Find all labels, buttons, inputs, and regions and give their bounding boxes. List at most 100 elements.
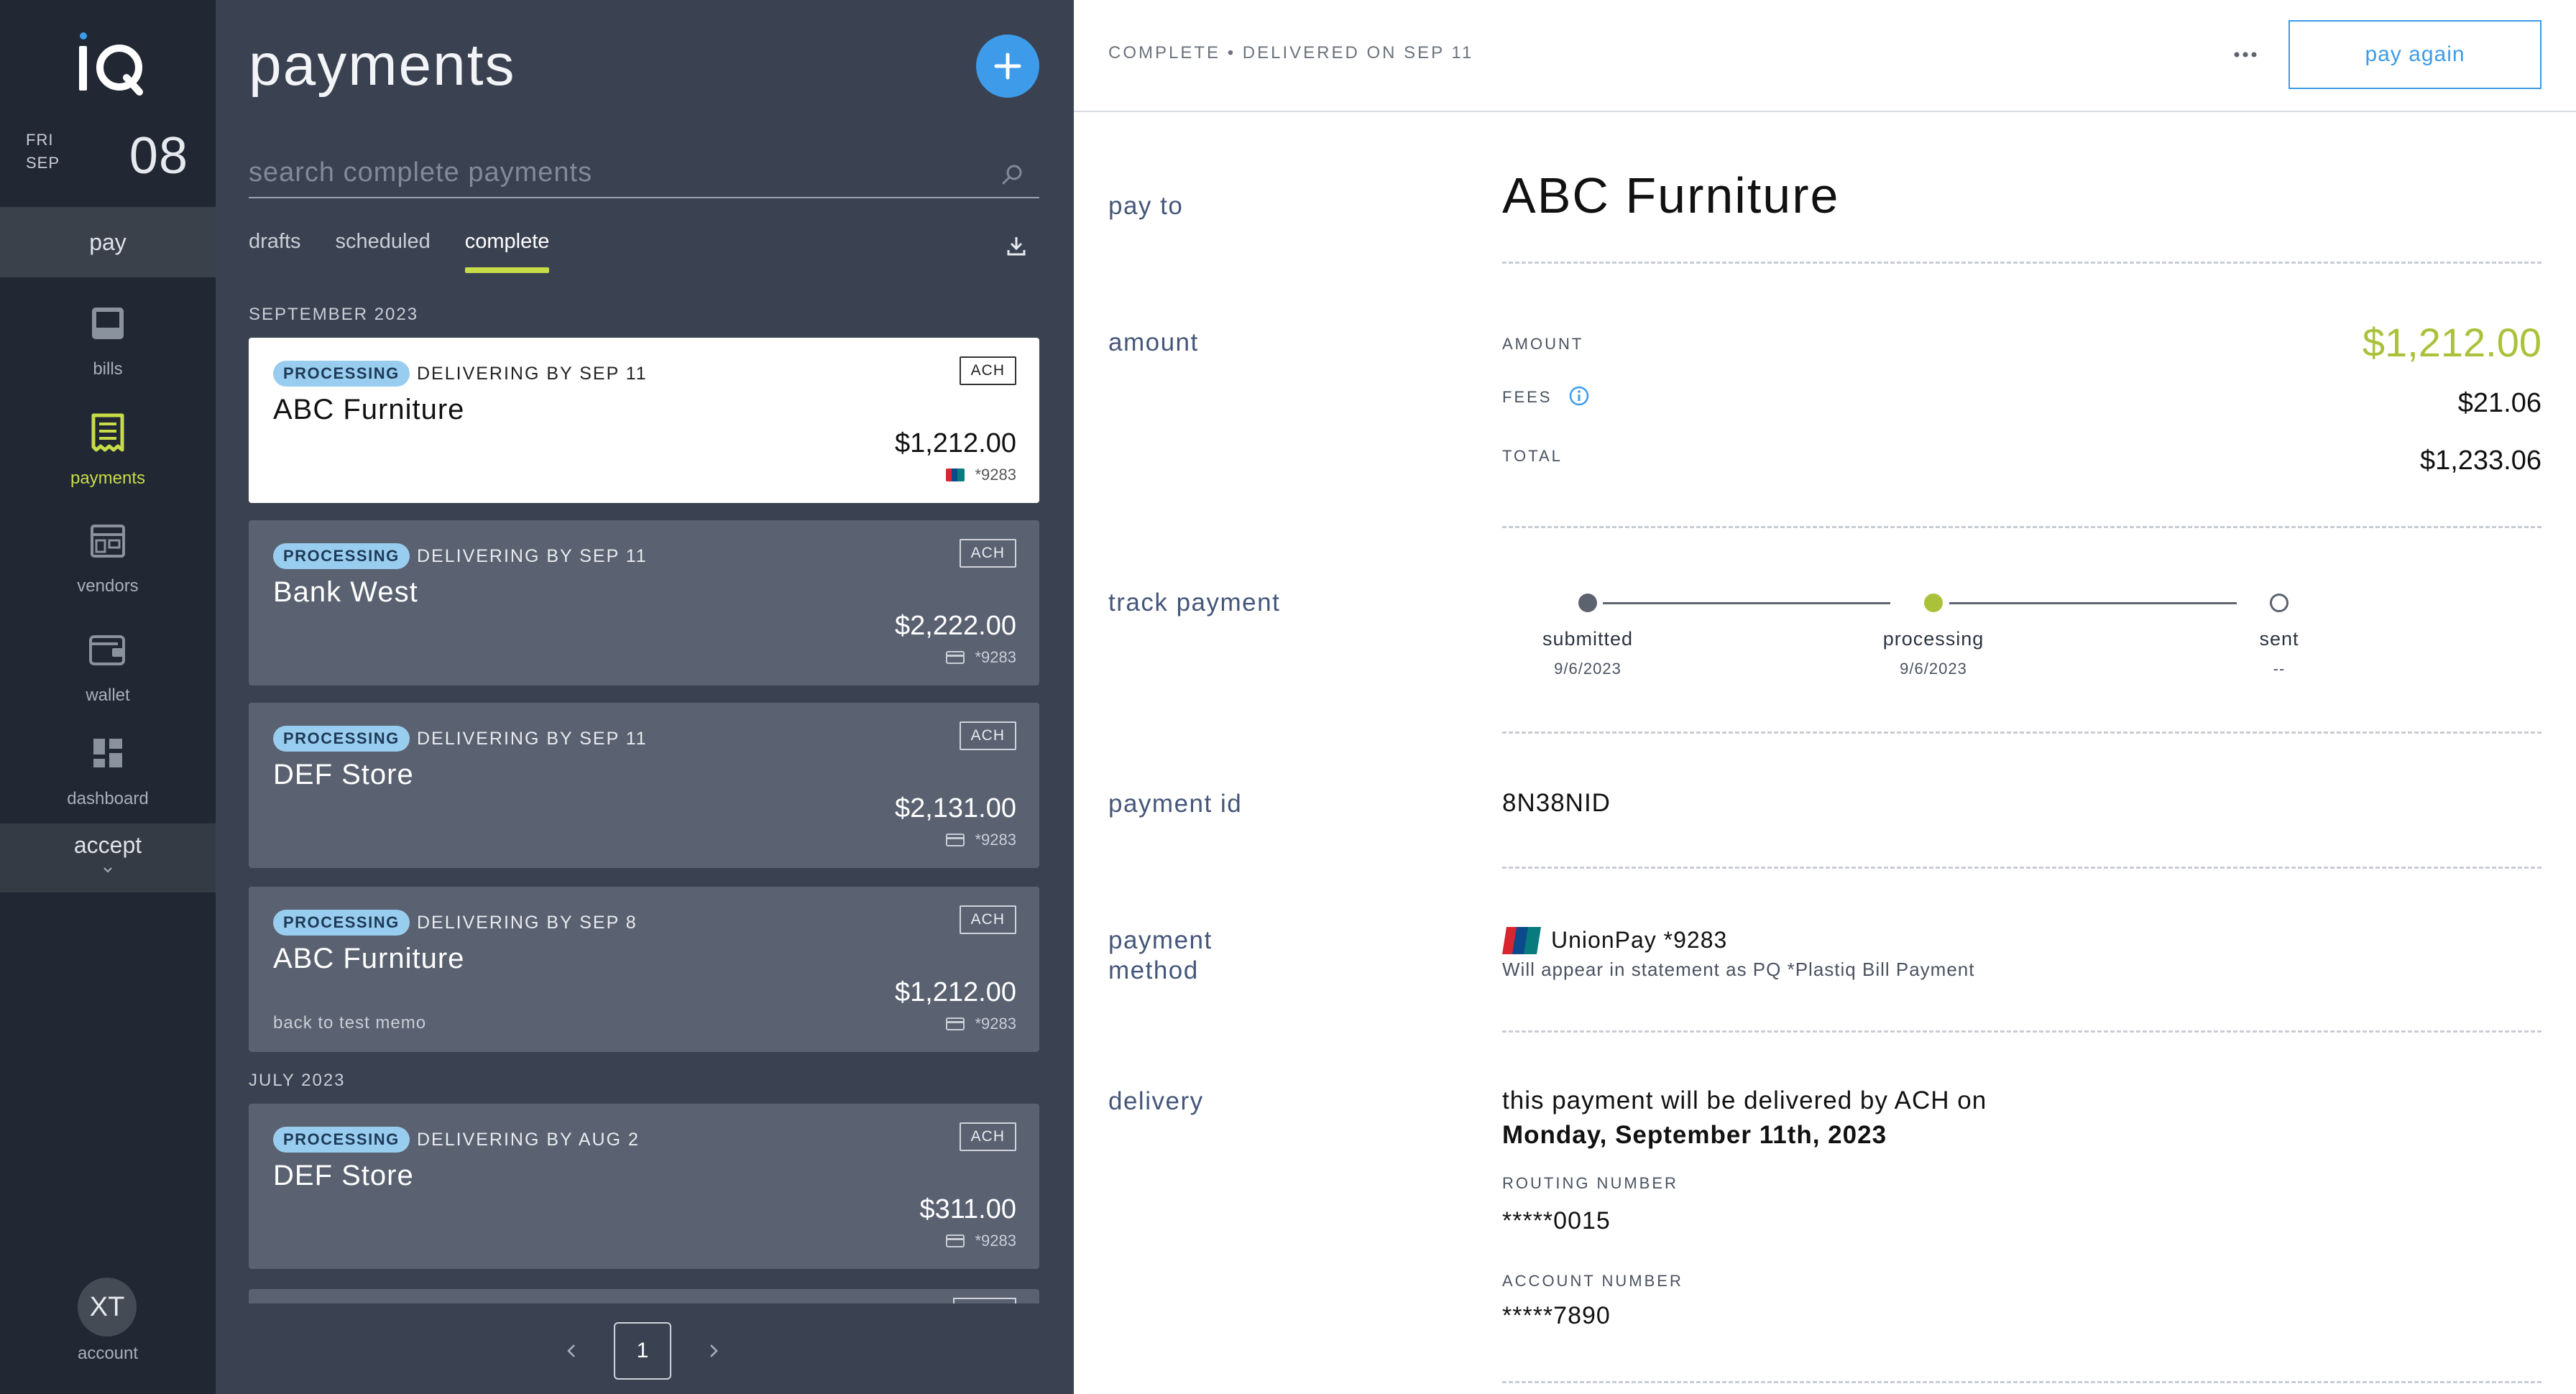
divider	[1502, 1381, 2542, 1383]
nav-item-dashboard[interactable]: dashboard	[0, 717, 216, 818]
page-number-button[interactable]: 1	[614, 1322, 671, 1380]
payment-memo: back to test memo	[273, 1013, 427, 1033]
delivery-line: this payment will be delivered by ACH on	[1502, 1086, 1987, 1114]
fees-caption: FEES	[1502, 388, 1552, 406]
date-day: 08	[129, 127, 188, 185]
today-date: FRI SEP 08	[26, 126, 198, 185]
credit-card-icon	[946, 1234, 965, 1247]
payment-amount: $311.00	[919, 1194, 1016, 1224]
amount-caption: AMOUNT	[1502, 335, 1584, 353]
unionpay-logo-icon	[1502, 927, 1541, 954]
statement-note: Will appear in statement as PQ *Plastiq …	[1502, 959, 1975, 980]
page-title: payments	[249, 32, 516, 98]
payment-method-label-line2: method	[1108, 956, 1199, 984]
payments-list-panel: payments drafts scheduled complete SEPTE…	[216, 0, 1074, 1394]
avatar[interactable]: XT	[78, 1278, 137, 1337]
credit-card-icon	[946, 1017, 965, 1030]
date-weekday: FRI	[26, 131, 54, 149]
pay-again-button[interactable]: pay again	[2288, 20, 2542, 89]
payment-method-label: payment method	[1108, 926, 1213, 986]
step-dot-sent	[2270, 594, 2288, 612]
search-icon[interactable]	[1000, 162, 1025, 187]
card-number: *9283	[946, 466, 1016, 484]
divider	[1502, 867, 2542, 869]
account-label[interactable]: account	[0, 1344, 216, 1364]
routing-number-value: *****0015	[1502, 1207, 1611, 1234]
nav-rail: FRI SEP 08 pay bills payments vendors wa…	[0, 0, 216, 1394]
chevron-right-icon[interactable]	[703, 1340, 724, 1362]
delivery-date: DELIVERING BY SEP 11	[417, 546, 648, 566]
routing-number-caption: ROUTING NUMBER	[1502, 1174, 1678, 1192]
nav-section-accept[interactable]: accept	[0, 823, 216, 892]
card-number: *9283	[946, 1015, 1016, 1033]
payment-card-partial[interactable]	[249, 1289, 1039, 1303]
tab-drafts[interactable]: drafts	[249, 230, 301, 273]
tab-scheduled[interactable]: scheduled	[336, 230, 431, 273]
status-badge: PROCESSING	[273, 726, 410, 752]
fees-value: $21.06	[2457, 388, 2542, 418]
card-last4: *9283	[975, 1232, 1016, 1250]
section-header: SEPTEMBER 2023	[249, 305, 419, 324]
account-number-caption: ACCOUNT NUMBER	[1502, 1272, 1683, 1290]
payment-card[interactable]: PROCESSING DELIVERING BY SEP 8 ACH ABC F…	[249, 887, 1039, 1052]
more-options-button[interactable]	[2224, 42, 2267, 68]
nav-item-wallet[interactable]: wallet	[0, 614, 216, 714]
status-badge: PROCESSING	[273, 1127, 410, 1153]
chevron-down-icon	[104, 867, 112, 873]
receipt-icon	[91, 413, 124, 452]
step-dot-submitted	[1578, 594, 1597, 612]
unionpay-card-icon	[946, 468, 965, 481]
payment-amount: $1,212.00	[894, 428, 1016, 458]
delivery-date: DELIVERING BY SEP 11	[417, 364, 648, 384]
chevron-left-icon[interactable]	[561, 1340, 582, 1362]
payment-card[interactable]: PROCESSING DELIVERING BY SEP 11 ACH DEF …	[249, 703, 1039, 868]
divider	[1502, 262, 2542, 264]
vendor-name: Bank West	[273, 576, 418, 608]
credit-card-icon	[946, 651, 965, 664]
info-icon[interactable]	[1568, 385, 1590, 407]
tracker-line	[1603, 602, 1890, 604]
divider	[1502, 526, 2542, 528]
card-last4: *9283	[975, 466, 1016, 484]
storefront-icon	[91, 525, 125, 558]
payment-amount: $2,222.00	[894, 611, 1016, 641]
nav-item-payments[interactable]: payments	[0, 397, 216, 497]
pagination: 1	[561, 1322, 724, 1380]
payment-card[interactable]: PROCESSING DELIVERING BY AUG 2 ACH DEF S…	[249, 1104, 1039, 1269]
status-badge: PROCESSING	[273, 361, 410, 387]
tab-complete[interactable]: complete	[464, 230, 549, 273]
step-date: 9/6/2023	[1900, 660, 1967, 678]
payment-amount: $2,131.00	[894, 793, 1016, 823]
nav-section-pay[interactable]: pay	[0, 207, 216, 277]
track-payment-label: track payment	[1108, 588, 1281, 617]
divider	[1502, 731, 2542, 734]
status-badge: PROCESSING	[273, 910, 410, 936]
iq-logo[interactable]	[75, 32, 147, 96]
add-payment-button[interactable]	[976, 34, 1039, 98]
ellipsis-icon	[2234, 52, 2257, 57]
payment-method-name: UnionPay *9283	[1551, 927, 1728, 953]
nav-section-label: accept	[73, 832, 142, 858]
step-name: sent	[2259, 628, 2299, 650]
search-input[interactable]	[249, 151, 982, 194]
nav-item-vendors[interactable]: vendors	[0, 504, 216, 605]
card-number: *9283	[946, 1232, 1016, 1250]
nav-item-label: wallet	[86, 686, 130, 705]
payment-card[interactable]: PROCESSING DELIVERING BY SEP 11 ACH ABC …	[249, 338, 1039, 503]
amount-value: $1,212.00	[2362, 320, 2542, 365]
total-caption: TOTAL	[1502, 447, 1563, 465]
search-bar	[249, 151, 1039, 198]
inbox-icon	[92, 308, 124, 339]
nav-item-label: dashboard	[67, 789, 149, 808]
payment-card[interactable]: PROCESSING DELIVERING BY SEP 11 ACH Bank…	[249, 520, 1039, 686]
dashboard-icon	[93, 739, 122, 767]
card-last4: *9283	[975, 1015, 1016, 1033]
vendor-name: DEF Store	[273, 759, 414, 790]
step-name: processing	[1882, 628, 1984, 650]
payment-amount: $1,212.00	[894, 977, 1016, 1007]
status-badge: PROCESSING	[273, 543, 410, 569]
delivery-label: delivery	[1108, 1087, 1204, 1115]
payment-tracker: submitted 9/6/2023 processing 9/6/2023 s…	[1502, 589, 2542, 690]
nav-item-bills[interactable]: bills	[0, 287, 216, 388]
download-icon[interactable]	[1003, 233, 1029, 259]
